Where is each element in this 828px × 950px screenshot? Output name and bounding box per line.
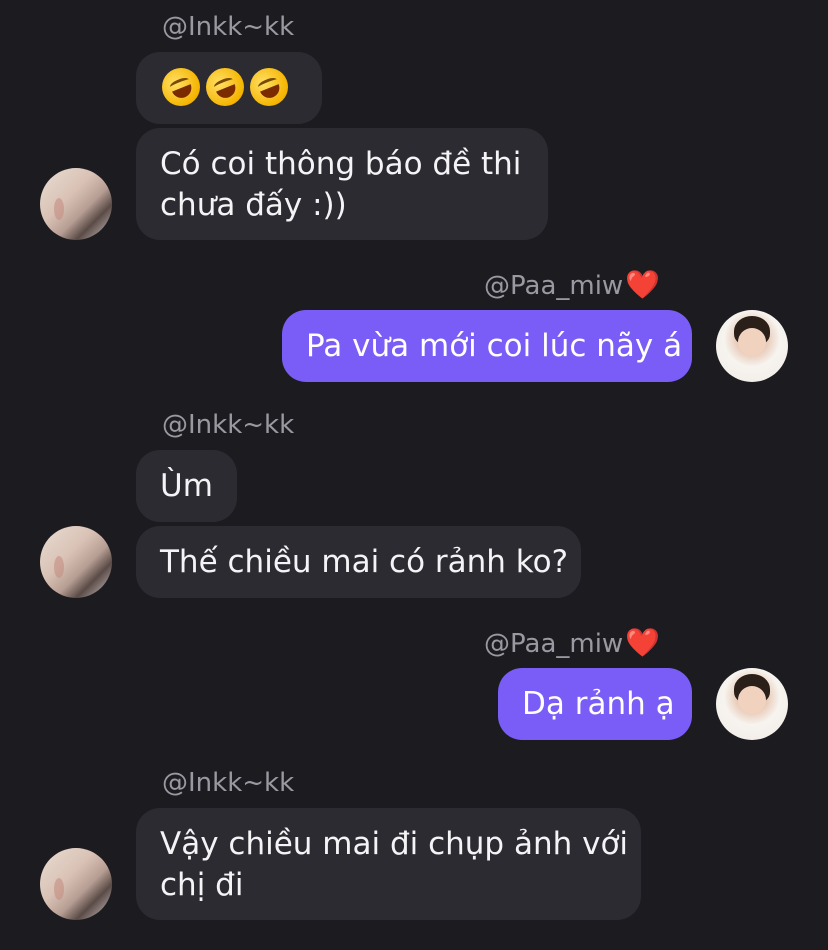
rolling-on-floor-laughing-icon bbox=[244, 61, 294, 112]
message-text: Pa vừa mới coi lúc nãy á bbox=[306, 328, 683, 364]
emoji-row bbox=[156, 61, 296, 112]
sender-name: @Inkk~kk bbox=[162, 410, 295, 440]
avatar[interactable] bbox=[716, 668, 788, 740]
message-bubble[interactable]: Pa vừa mới coi lúc nãy á bbox=[282, 310, 692, 382]
message-bubble[interactable]: Có coi thông báo đề thi chưa đấy :)) bbox=[136, 128, 548, 240]
message-text: Dạ rảnh ạ bbox=[522, 686, 675, 722]
chat-thread: @Inkk~kk Có coi thông báo đề thi chưa đấ… bbox=[0, 0, 828, 950]
message-bubble[interactable]: Thế chiều mai có rảnh ko? bbox=[136, 526, 581, 598]
message-text: chưa đấy :)) bbox=[160, 187, 347, 223]
heart-icon: ❤️ bbox=[625, 626, 661, 659]
message-bubble[interactable]: Dạ rảnh ạ bbox=[498, 668, 692, 740]
rolling-on-floor-laughing-icon bbox=[156, 61, 206, 112]
avatar[interactable] bbox=[40, 526, 112, 598]
message-text: Có coi thông báo đề thi bbox=[160, 146, 522, 182]
avatar[interactable] bbox=[716, 310, 788, 382]
sender-name: @Inkk~kk bbox=[162, 12, 295, 42]
message-bubble[interactable]: Vậy chiều mai đi chụp ảnh với chị đi bbox=[136, 808, 641, 920]
message-text: Vậy chiều mai đi chụp ảnh với bbox=[160, 826, 629, 862]
message-bubble[interactable]: Ùm bbox=[136, 450, 237, 522]
avatar[interactable] bbox=[40, 168, 112, 240]
heart-icon: ❤️ bbox=[625, 268, 661, 301]
message-text: Ùm bbox=[160, 468, 213, 504]
message-bubble-emoji[interactable] bbox=[136, 52, 322, 124]
message-text: Thế chiều mai có rảnh ko? bbox=[160, 544, 569, 580]
sender-name: @Paa_miw❤️ bbox=[484, 268, 661, 301]
message-text: chị đi bbox=[160, 867, 244, 903]
sender-name: @Paa_miw❤️ bbox=[484, 626, 661, 659]
avatar[interactable] bbox=[40, 848, 112, 920]
sender-name: @Inkk~kk bbox=[162, 768, 295, 798]
rolling-on-floor-laughing-icon bbox=[200, 61, 250, 112]
